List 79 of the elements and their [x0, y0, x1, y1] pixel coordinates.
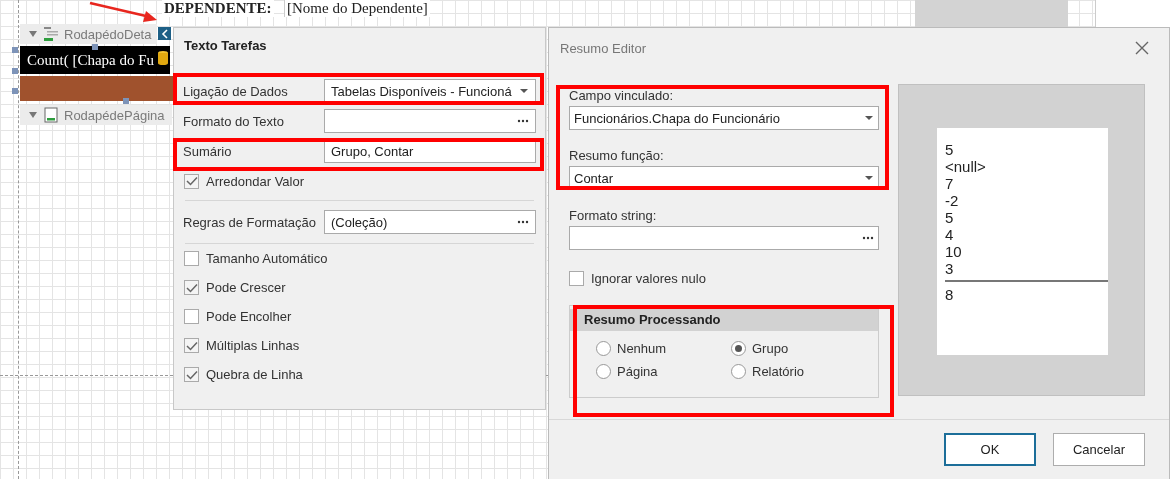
checkbox[interactable] [184, 173, 199, 189]
field-value: Grupo, Contar [331, 143, 415, 159]
database-icon [157, 50, 169, 66]
page-icon [43, 107, 59, 123]
radio-label: Página [617, 364, 658, 379]
window-title: Resumo Editor [560, 40, 646, 56]
preview-value: 3 [945, 260, 955, 277]
radio-button[interactable] [596, 341, 611, 356]
ok-button[interactable]: OK [944, 433, 1036, 466]
collapse-icon[interactable] [28, 29, 38, 39]
preview-total: 8 [945, 286, 955, 303]
field-label: Formato do Texto [183, 113, 285, 129]
caret-icon [864, 115, 874, 121]
field-label: Campo vinculado: [569, 88, 675, 104]
radio-label: Grupo [752, 341, 789, 356]
checkbox-label: Pode Encolher [206, 309, 292, 324]
chevron-left-icon [160, 28, 169, 39]
field-value: Funcionários.Chapa do Funcionário [574, 110, 781, 126]
checkbox[interactable] [184, 367, 199, 382]
dropdown[interactable]: Tabelas Disponíveis - Funcioná [324, 79, 536, 103]
field-label: Regras de Formatação [183, 214, 317, 230]
arrow-annotation [88, 1, 158, 23]
checkbox[interactable] [184, 309, 199, 324]
dropdown[interactable]: Funcionários.Chapa do Funcionário [569, 106, 879, 130]
expression-label[interactable]: Count( [Chapa do Fu [20, 46, 170, 74]
field-label: Formato string: [569, 208, 658, 224]
selection-handle[interactable] [12, 88, 18, 94]
checkbox-label: Múltiplas Linhas [206, 338, 300, 353]
preview-value: 5 [945, 141, 955, 158]
radio-button[interactable] [596, 364, 611, 379]
checkbox-label: Tamanho Automático [206, 251, 328, 266]
radio-button[interactable] [731, 341, 746, 356]
checkbox-label: Ignorar valores nulo [591, 271, 706, 286]
radio-button[interactable] [731, 364, 746, 379]
ellipsis-icon [517, 119, 529, 123]
cancel-button[interactable]: Cancelar [1053, 433, 1145, 466]
selection-handle[interactable] [92, 44, 98, 50]
caret-icon [519, 88, 529, 94]
band-icon [43, 26, 59, 42]
close-icon [1135, 41, 1149, 55]
checkbox[interactable] [569, 271, 584, 286]
collapse-icon[interactable] [28, 110, 38, 120]
field-label: DEPENDENTE: [162, 0, 274, 17]
checkbox-label: Quebra de Linha [206, 367, 303, 382]
checkbox[interactable] [184, 280, 199, 295]
input-field[interactable] [569, 226, 879, 250]
panel-title: Texto Tarefas [184, 38, 268, 55]
field-value: Tabelas Disponíveis - Funcioná [331, 83, 513, 99]
field-label: Ligação de Dados [183, 83, 289, 99]
field-label: Sumário [183, 143, 233, 159]
checkbox[interactable] [184, 338, 199, 353]
ellipsis-icon [862, 236, 874, 240]
selection-handle[interactable] [123, 98, 129, 104]
checkbox[interactable] [184, 251, 199, 266]
preview-value: -2 [945, 192, 960, 209]
field-value: (Coleção) [331, 214, 389, 230]
preview-value: 4 [945, 226, 955, 243]
close-button[interactable] [1135, 41, 1149, 55]
smart-tag-button[interactable] [158, 27, 171, 40]
preview-value: 5 [945, 209, 955, 226]
data-field: [Nome do Dependente] [284, 0, 430, 17]
field-label: Resumo função: [569, 148, 665, 164]
input-field[interactable] [324, 109, 536, 133]
input-field[interactable]: (Coleção) [324, 210, 536, 234]
band-header[interactable]: RodapédoDeta [20, 24, 157, 44]
selection-handle[interactable] [12, 47, 18, 53]
band-header[interactable]: RodapédePágina [20, 105, 172, 125]
radio-label: Relatório [752, 364, 805, 379]
caret-icon [864, 175, 874, 181]
checkbox-label: Arredondar Valor [206, 173, 305, 189]
field-value: Contar [574, 170, 615, 186]
checkbox-label: Pode Crescer [206, 280, 286, 295]
selection-handle[interactable] [12, 68, 18, 74]
preview-value: 7 [945, 175, 955, 192]
radio-label: Nenhum [617, 341, 667, 356]
preview-value: <null> [945, 158, 987, 175]
group-title: Resumo Processando [570, 309, 878, 331]
preview-value: 10 [945, 243, 963, 260]
ellipsis-icon [517, 220, 529, 224]
